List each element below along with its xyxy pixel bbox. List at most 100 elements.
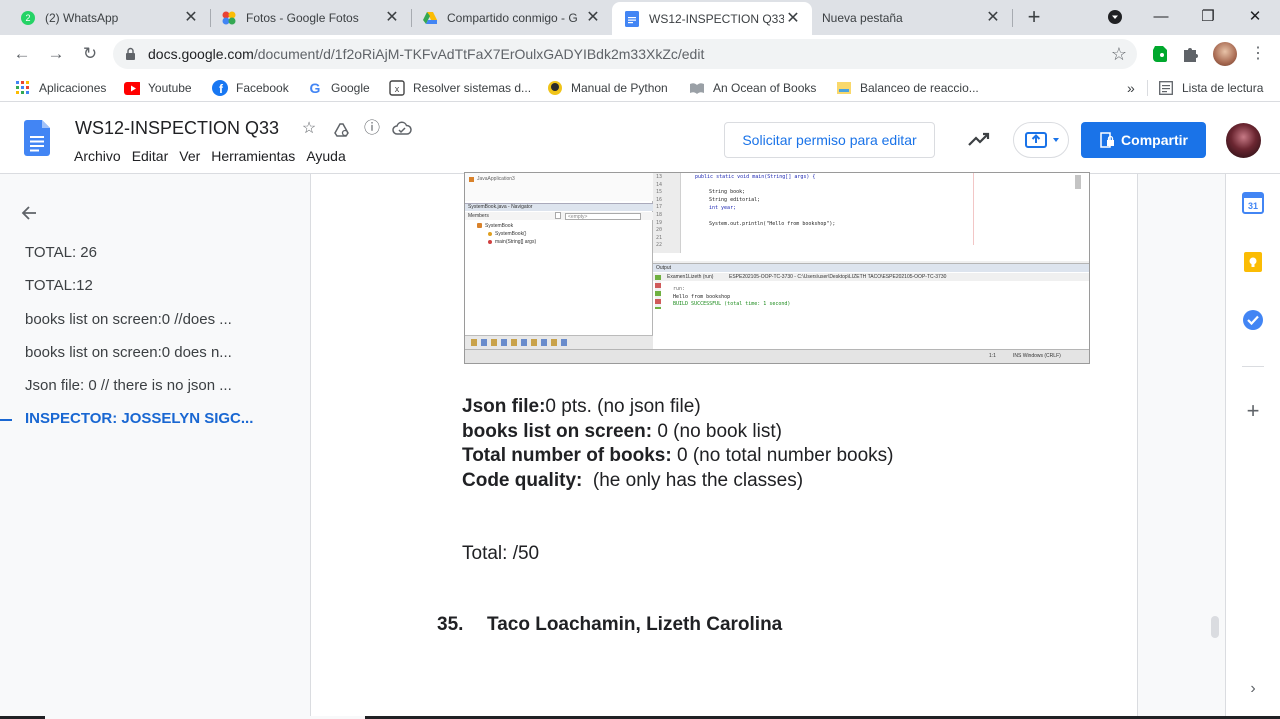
google-calendar-icon[interactable]: 31 [1242, 192, 1264, 214]
document-scrollbar[interactable] [1211, 616, 1219, 638]
tab-ws12-inspection[interactable]: WS12-INSPECTION Q33 ✕ [612, 2, 812, 35]
ide-empty-field[interactable]: <empty> [565, 213, 641, 220]
ide-status-position: 1:1 [989, 353, 996, 359]
close-icon[interactable]: ✕ [182, 9, 200, 27]
browser-menu-icon[interactable]: ⋮ [1246, 42, 1270, 66]
menu-ver[interactable]: Ver [179, 148, 200, 164]
document-info-icon[interactable]: ⓘ [362, 119, 382, 139]
ide-code-line: public static void main(String[] args) { [695, 174, 816, 180]
ide-line-number: 21 [656, 234, 663, 241]
close-icon[interactable]: ✕ [383, 9, 401, 27]
tab-title: Compartido conmigo - G [447, 10, 578, 25]
cloud-saved-icon[interactable] [392, 119, 412, 139]
share-button[interactable]: Compartir [1081, 122, 1206, 158]
minimize-button[interactable]: — [1146, 4, 1176, 30]
tab-whatsapp[interactable]: 2 (2) WhatsApp ✕ [0, 0, 210, 35]
lock-icon [126, 47, 135, 60]
reading-list-button[interactable]: Lista de lectura [1158, 78, 1263, 98]
move-to-drive-icon[interactable] [331, 119, 351, 139]
ide-members-dropdown[interactable] [555, 212, 561, 219]
bookmark-python[interactable]: Manual de Python [547, 78, 668, 98]
arrow-back-icon[interactable] [18, 202, 40, 224]
bookmarks-bar: Aplicaciones Youtube f Facebook G Google… [0, 73, 1280, 102]
doc-line-json: Json file:0 pts. (no json file) [462, 396, 701, 418]
star-icon[interactable]: ☆ [299, 119, 319, 139]
document-title[interactable]: WS12-INSPECTION Q33 [75, 118, 279, 139]
menu-archivo[interactable]: Archivo [74, 148, 121, 164]
google-keep-icon[interactable] [1242, 251, 1264, 273]
bookmark-youtube[interactable]: Youtube [124, 78, 192, 98]
bookmark-resolver[interactable]: x Resolver sistemas d... [389, 78, 531, 98]
tab-search-button[interactable] [1100, 4, 1130, 30]
bookmark-balanceo[interactable]: Balanceo de reaccio... [836, 78, 979, 98]
menu-herramientas[interactable]: Herramientas [211, 148, 295, 164]
reload-button[interactable]: ↻ [78, 42, 102, 66]
google-docs-logo-icon[interactable] [24, 120, 50, 156]
restore-button[interactable]: ❐ [1193, 4, 1223, 30]
document-outline: TOTAL: 26 TOTAL:12 books list on screen:… [0, 174, 310, 719]
close-icon[interactable]: ✕ [584, 9, 602, 27]
add-addon-icon[interactable]: + [1242, 400, 1264, 422]
close-icon[interactable]: ✕ [784, 10, 802, 28]
ide-line-number: 15 [656, 189, 663, 196]
ide-line-number: 17 [656, 204, 663, 211]
forward-button[interactable]: → [44, 42, 68, 66]
ide-output-path[interactable]: ESPE202105-OOP-TC-3730 - C:\Users\user\D… [729, 274, 946, 280]
ide-output-controls[interactable] [655, 275, 661, 309]
ide-code-line: String editorial; [709, 197, 761, 203]
profile-avatar[interactable] [1213, 42, 1237, 66]
ide-line-number: 18 [656, 211, 663, 218]
new-tab-button[interactable]: + [1022, 6, 1046, 30]
google-tasks-icon[interactable] [1242, 309, 1264, 331]
bookmark-ocean-of-books[interactable]: An Ocean of Books [689, 78, 816, 98]
bookmark-google[interactable]: G Google [307, 78, 370, 98]
expand-panel-chevron-icon[interactable]: › [1242, 678, 1264, 700]
ide-navigator-panel: JavaApplication3 SystemBook.java - Navig… [465, 173, 653, 363]
bookmark-label: Manual de Python [571, 81, 668, 95]
activity-trend-icon[interactable] [967, 129, 991, 149]
tab-nueva-pestana[interactable]: Nueva pestaña ✕ [812, 0, 1012, 35]
menu-editar[interactable]: Editar [132, 148, 169, 164]
doc-line-code-quality: Code quality: (he only has the classes) [462, 470, 803, 492]
present-button[interactable] [1013, 122, 1069, 158]
side-panel: 31 + › [1225, 174, 1280, 719]
calculator-icon: x [389, 80, 405, 96]
bookmark-star-icon[interactable]: ☆ [1111, 43, 1127, 65]
back-button[interactable]: ← [10, 42, 34, 66]
outline-item[interactable]: TOTAL:12 [25, 277, 265, 294]
doc-heading: 35. Taco Loachamin, Lizeth Carolina [437, 614, 782, 636]
project-icon [469, 177, 474, 182]
close-window-button[interactable]: ✕ [1240, 4, 1270, 30]
outline-item-active[interactable]: INSPECTOR: JOSSELYN SIGC... [25, 410, 265, 427]
ide-editor-scrollbar[interactable] [1075, 175, 1081, 189]
tab-title: WS12-INSPECTION Q33 [649, 11, 784, 26]
ide-output-subtab[interactable]: Examen1Lizeth (run) [667, 274, 713, 280]
outline-item[interactable]: books list on screen:0 does n... [25, 344, 265, 361]
ide-toolbar-icons[interactable] [471, 339, 571, 346]
svg-text:x: x [395, 84, 400, 94]
class-icon [477, 223, 482, 228]
side-panel-divider [1242, 366, 1264, 367]
embedded-ide-screenshot[interactable]: JavaApplication3 SystemBook.java - Navig… [464, 172, 1090, 364]
address-bar[interactable]: docs.google.com/document/d/1f2oRiAjM-TKF… [113, 39, 1137, 69]
tab-compartido[interactable]: Compartido conmigo - G ✕ [402, 0, 612, 35]
menu-ayuda[interactable]: Ayuda [306, 148, 345, 164]
bookmark-facebook[interactable]: f Facebook [212, 78, 289, 98]
tab-google-fotos[interactable]: Fotos - Google Fotos ✕ [201, 0, 411, 35]
bookmark-aplicaciones[interactable]: Aplicaciones [15, 78, 106, 98]
outline-item[interactable]: Json file: 0 // there is no json ... [25, 377, 265, 394]
bookmarks-overflow-button[interactable]: » [1127, 78, 1135, 98]
outline-item[interactable]: TOTAL: 26 [25, 244, 265, 261]
ide-output-panel: Output Examen1Lizeth (run) ESPE202105-OO… [653, 263, 1089, 349]
request-edit-access-button[interactable]: Solicitar permiso para editar [724, 122, 935, 158]
close-icon[interactable]: ✕ [984, 9, 1002, 27]
document-page[interactable]: JavaApplication3 SystemBook.java - Navig… [310, 172, 1138, 719]
extensions-puzzle-icon[interactable] [1180, 42, 1202, 64]
outline-item[interactable]: books list on screen:0 //does ... [25, 311, 265, 328]
google-docs-icon [624, 10, 640, 27]
book-icon [689, 80, 705, 96]
ide-output-tab[interactable]: Output [656, 265, 671, 271]
evernote-icon[interactable] [1149, 42, 1171, 64]
ide-tree-constructor: SystemBook() [495, 231, 527, 237]
account-avatar[interactable] [1226, 123, 1261, 158]
